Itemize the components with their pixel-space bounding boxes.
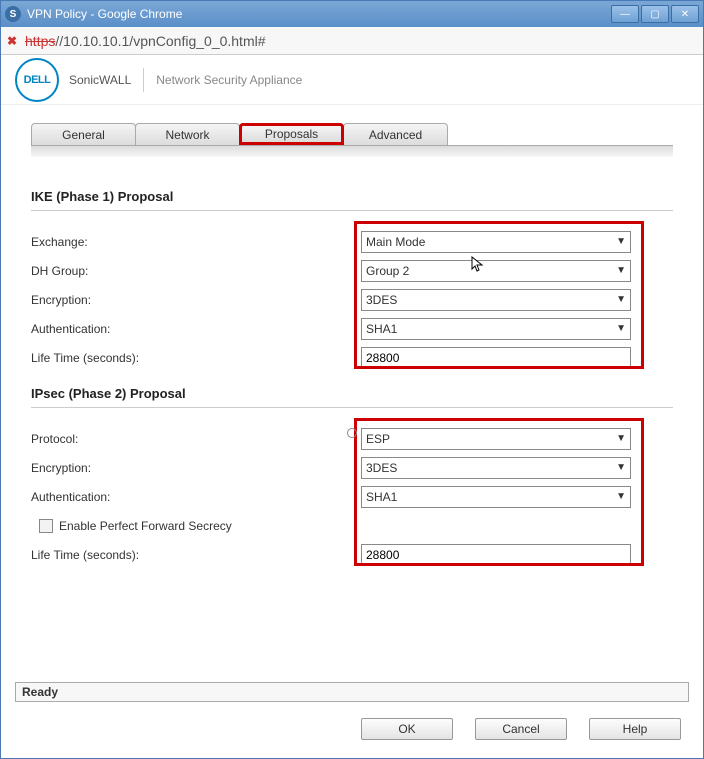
chevron-down-icon: ▼ — [616, 236, 626, 247]
insecure-icon: ✖ — [7, 34, 21, 48]
titlebar: S VPN Policy - Google Chrome — ▢ ✕ — [1, 1, 703, 27]
address-bar[interactable]: ✖ https//10.10.10.1/vpnConfig_0_0.html# — [1, 27, 703, 55]
minimize-button[interactable]: — — [611, 5, 639, 23]
label-auth-p1: Authentication: — [31, 322, 361, 336]
label-pfs: Enable Perfect Forward Secrecy — [59, 519, 232, 533]
chevron-down-icon: ▼ — [616, 433, 626, 444]
phase1-header: IKE (Phase 1) Proposal — [31, 175, 673, 211]
input-life-p1[interactable] — [361, 347, 631, 369]
brand-divider — [143, 68, 144, 92]
label-dhgroup: DH Group: — [31, 264, 361, 278]
phase2-header: IPsec (Phase 2) Proposal — [31, 372, 673, 408]
row-pfs: Enable Perfect Forward Secrecy — [31, 511, 673, 540]
dell-logo: DELL — [15, 58, 59, 102]
select-exchange[interactable]: Main Mode▼ — [361, 231, 631, 253]
select-encryption-p2[interactable]: 3DES▼ — [361, 457, 631, 479]
cancel-button[interactable]: Cancel — [475, 718, 567, 740]
row-encryption-p2: Encryption: 3DES▼ — [31, 453, 673, 482]
tabs: General Network Proposals Advanced — [31, 123, 673, 145]
url-text: //10.10.10.1/vpnConfig_0_0.html# — [55, 33, 265, 49]
row-auth-p1: Authentication: SHA1▼ — [31, 314, 673, 343]
select-auth-p1[interactable]: SHA1▼ — [361, 318, 631, 340]
protocol-struck: https — [25, 33, 55, 49]
label-life-p2: Life Time (seconds): — [31, 548, 361, 562]
row-encryption-p1: Encryption: 3DES▼ — [31, 285, 673, 314]
label-life-p1: Life Time (seconds): — [31, 351, 361, 365]
tabs-container: General Network Proposals Advanced — [1, 105, 703, 157]
content: IKE (Phase 1) Proposal Exchange: Main Mo… — [1, 157, 703, 587]
row-dhgroup: DH Group: Group 2▼ — [31, 256, 673, 285]
chevron-down-icon: ▼ — [616, 294, 626, 305]
tab-proposals[interactable]: Proposals — [239, 123, 344, 145]
status-text: Ready — [22, 685, 58, 699]
chevron-down-icon: ▼ — [616, 323, 626, 334]
label-exchange: Exchange: — [31, 235, 361, 249]
row-exchange: Exchange: Main Mode▼ — [31, 227, 673, 256]
chevron-down-icon: ▼ — [616, 462, 626, 473]
row-life-p1: Life Time (seconds): — [31, 343, 673, 372]
tab-advanced[interactable]: Advanced — [343, 123, 448, 145]
chevron-down-icon: ▼ — [616, 491, 626, 502]
input-life-p2[interactable] — [361, 544, 631, 566]
status-bar: Ready — [15, 682, 689, 702]
phase1-form: Exchange: Main Mode▼ DH Group: Group 2▼ … — [31, 227, 673, 372]
phase2-form: Protocol: ESP▼ Encryption: 3DES▼ Authent… — [31, 424, 673, 569]
select-encryption-p1[interactable]: 3DES▼ — [361, 289, 631, 311]
label-protocol: Protocol: — [31, 432, 361, 446]
ok-button[interactable]: OK — [361, 718, 453, 740]
address-text: https//10.10.10.1/vpnConfig_0_0.html# — [25, 33, 266, 49]
label-auth-p2: Authentication: — [31, 490, 361, 504]
chevron-down-icon: ▼ — [616, 265, 626, 276]
select-protocol[interactable]: ESP▼ — [361, 428, 631, 450]
checkbox-pfs[interactable] — [39, 519, 53, 533]
app-window: S VPN Policy - Google Chrome — ▢ ✕ ✖ htt… — [0, 0, 704, 759]
tab-underline — [31, 145, 673, 157]
tab-general[interactable]: General — [31, 123, 136, 145]
brand-header: DELL SonicWALL Network Security Applianc… — [1, 55, 703, 105]
row-auth-p2: Authentication: SHA1▼ — [31, 482, 673, 511]
maximize-button[interactable]: ▢ — [641, 5, 669, 23]
select-auth-p2[interactable]: SHA1▼ — [361, 486, 631, 508]
brand-appliance: Network Security Appliance — [156, 73, 302, 87]
row-life-p2: Life Time (seconds): — [31, 540, 673, 569]
label-encryption-p1: Encryption: — [31, 293, 361, 307]
brand-product: SonicWALL — [69, 73, 131, 87]
select-dhgroup[interactable]: Group 2▼ — [361, 260, 631, 282]
window-controls: — ▢ ✕ — [611, 5, 699, 23]
footer-buttons: OK Cancel Help — [361, 718, 681, 740]
window-title: VPN Policy - Google Chrome — [27, 7, 611, 21]
help-button[interactable]: Help — [589, 718, 681, 740]
tab-network[interactable]: Network — [135, 123, 240, 145]
close-button[interactable]: ✕ — [671, 5, 699, 23]
label-encryption-p2: Encryption: — [31, 461, 361, 475]
app-icon: S — [5, 6, 21, 22]
radio-marker-icon — [347, 428, 357, 438]
